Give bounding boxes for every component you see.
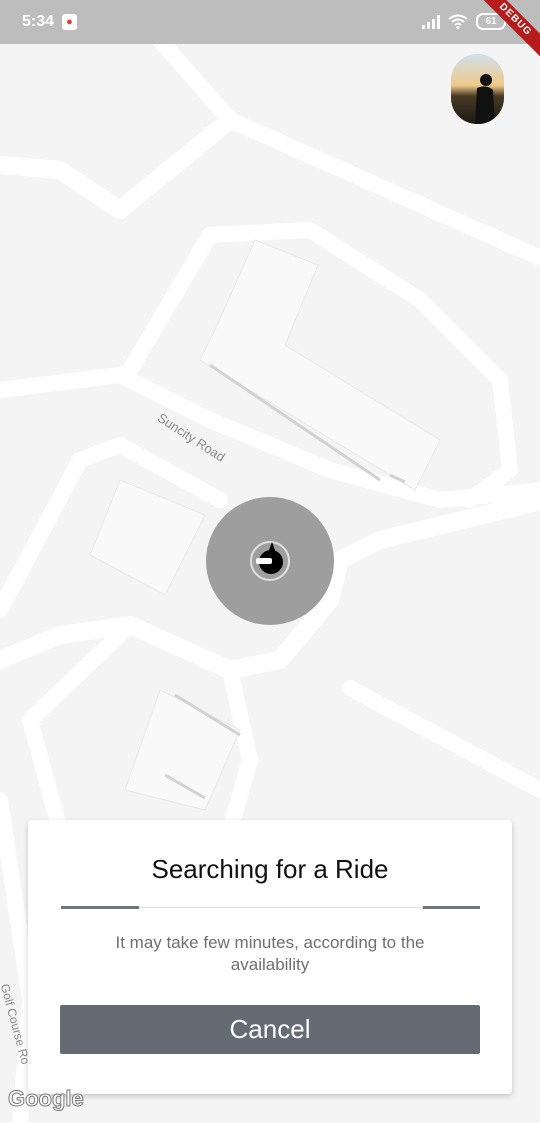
google-maps-icon: ● [62,14,77,30]
wifi-icon [448,14,468,29]
avatar[interactable] [451,54,504,124]
ride-search-title: Searching for a Ride [151,854,389,884]
ride-search-card: Searching for a Ride It may take few min… [28,820,512,1094]
status-icons: 61 [422,13,506,30]
status-time: 5:34 [22,13,55,30]
ride-search-subtitle: It may take few minutes, according to th… [115,933,425,974]
progress-bar-right [423,906,480,909]
cancel-button[interactable]: Cancel [60,1005,480,1054]
signal-icon [422,14,440,29]
status-bar: 5:34 ● 61 DEBUG [0,0,540,65]
google-attribution-logo[interactable]: Google [8,1086,85,1112]
car-marker-icon[interactable] [248,539,292,583]
progress-track [139,907,423,908]
avatar-silhouette-icon [475,74,495,124]
progress-bar-left [61,906,139,909]
